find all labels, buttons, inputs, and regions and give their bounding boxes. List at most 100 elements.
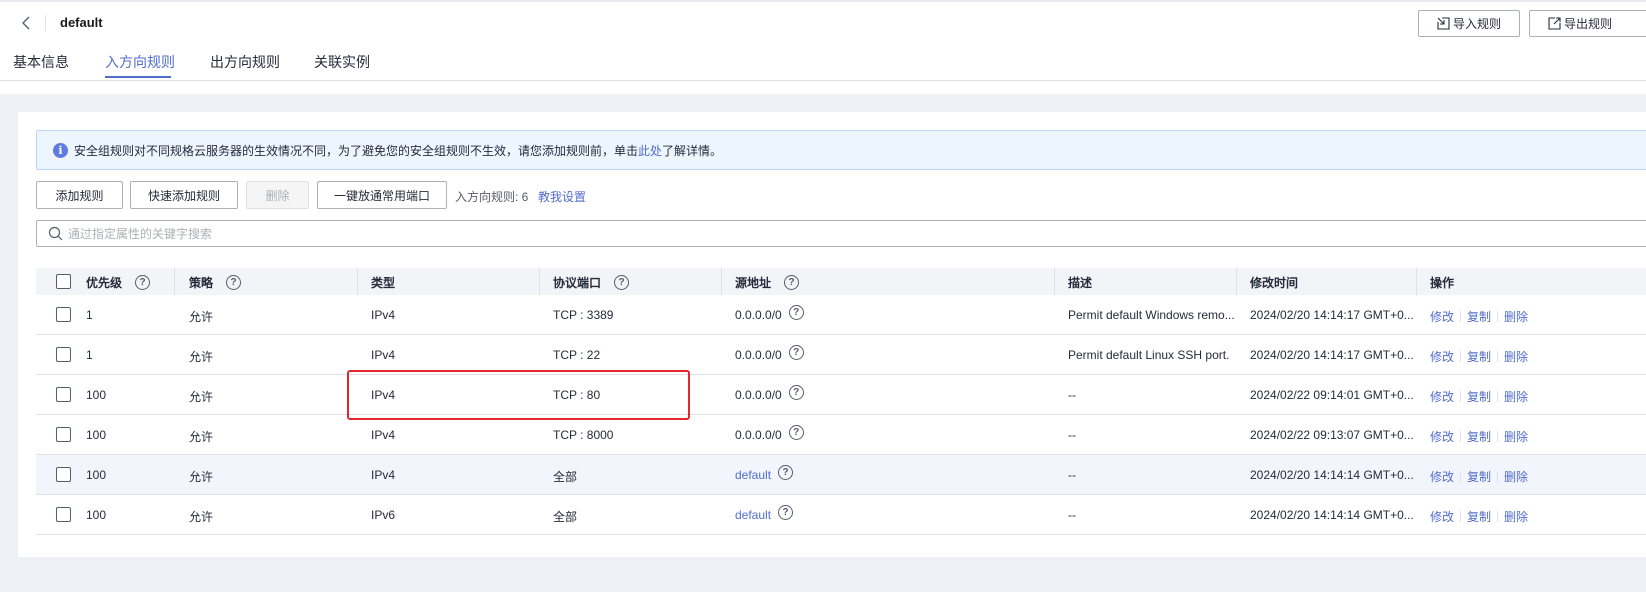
source-value: 0.0.0.0/0 bbox=[735, 428, 782, 442]
row-checkbox[interactable] bbox=[56, 467, 71, 482]
row-checkbox[interactable] bbox=[56, 427, 71, 442]
table-row: 100 允许 IPv6 全部 default? -- 2024/02/20 14:14:14… bbox=[36, 495, 1646, 535]
row-checkbox[interactable] bbox=[56, 307, 71, 322]
cell-policy: 允许 bbox=[189, 470, 214, 484]
import-rules-button[interactable]: 导入规则 bbox=[1418, 10, 1520, 37]
row-actions: 修改 复制 删除 bbox=[1430, 428, 1528, 445]
edit-link[interactable]: 修改 bbox=[1430, 468, 1454, 485]
table-row: 100 允许 IPv4 TCP : 8000 0.0.0.0/0? -- 2024/02/2… bbox=[36, 415, 1646, 455]
search-input[interactable] bbox=[68, 226, 1568, 241]
edit-link[interactable]: 修改 bbox=[1430, 428, 1454, 445]
back-arrow-icon[interactable] bbox=[18, 14, 36, 32]
delete-link[interactable]: 删除 bbox=[1504, 468, 1528, 485]
export-rules-button[interactable]: 导出规则 bbox=[1529, 10, 1646, 37]
column-divider bbox=[174, 268, 175, 295]
edit-link[interactable]: 修改 bbox=[1430, 508, 1454, 525]
help-icon[interactable]: ? bbox=[784, 275, 800, 290]
column-divider bbox=[1416, 268, 1417, 295]
help-icon[interactable]: ? bbox=[788, 385, 804, 401]
source-value: 0.0.0.0/0 bbox=[735, 348, 782, 362]
cell-description: -- bbox=[1068, 388, 1076, 402]
source-value[interactable]: default bbox=[735, 508, 771, 522]
edit-link[interactable]: 修改 bbox=[1430, 388, 1454, 405]
action-divider bbox=[1460, 511, 1462, 522]
column-divider bbox=[357, 268, 358, 295]
delete-link[interactable]: 删除 bbox=[1504, 428, 1528, 445]
header-actions: 操作 bbox=[1430, 276, 1455, 290]
cell-type: IPv4 bbox=[371, 388, 396, 402]
cell-priority: 1 bbox=[86, 348, 93, 362]
open-common-ports-button[interactable]: 一键放通常用端口 bbox=[317, 181, 447, 209]
cell-modified-time: 2024/02/20 14:14:14 GMT+0... bbox=[1250, 468, 1414, 482]
cell-modified-time: 2024/02/20 14:14:17 GMT+0... bbox=[1250, 348, 1414, 362]
cell-protocol-port: TCP : 3389 bbox=[553, 308, 614, 322]
rules-panel: i 安全组规则对不同规格云服务器的生效情况不同，为了避免您的安全组规则不生效，请… bbox=[18, 112, 1646, 557]
help-icon[interactable]: ? bbox=[788, 345, 804, 361]
search-icon bbox=[48, 226, 63, 241]
column-divider bbox=[1236, 268, 1237, 295]
cell-source: 0.0.0.0/0? bbox=[735, 425, 804, 443]
tab-bar: 基本信息 入方向规则 出方向规则 关联实例 bbox=[0, 50, 1646, 81]
cell-priority: 100 bbox=[86, 468, 107, 482]
cell-policy: 允许 bbox=[189, 430, 214, 444]
search-box[interactable] bbox=[36, 220, 1646, 247]
table-row: 100 允许 IPv4 TCP : 80 0.0.0.0/0? -- 2024/02/22 … bbox=[36, 375, 1646, 415]
table-header: 优先级? 策略? 类型 协议端口? 源地址? 描述 修改时间 操作 bbox=[36, 268, 1646, 295]
tab-basic-info[interactable]: 基本信息 bbox=[13, 52, 69, 72]
delete-link[interactable]: 删除 bbox=[1504, 308, 1528, 325]
export-icon bbox=[1548, 17, 1561, 30]
add-rule-button[interactable]: 添加规则 bbox=[36, 181, 123, 209]
setup-help-link[interactable]: 教我设置 bbox=[538, 188, 586, 205]
action-divider bbox=[1460, 311, 1462, 322]
info-text: 安全组规则对不同规格云服务器的生效情况不同，为了避免您的安全组规则不生效，请您添… bbox=[74, 143, 723, 158]
tab-associated-instances[interactable]: 关联实例 bbox=[314, 52, 370, 72]
select-all-checkbox[interactable] bbox=[56, 274, 71, 289]
row-checkbox[interactable] bbox=[56, 347, 71, 362]
copy-link[interactable]: 复制 bbox=[1467, 468, 1491, 485]
copy-link[interactable]: 复制 bbox=[1467, 388, 1491, 405]
cell-description: -- bbox=[1068, 468, 1076, 482]
cell-modified-time: 2024/02/20 14:14:14 GMT+0... bbox=[1250, 508, 1414, 522]
cell-type: IPv4 bbox=[371, 348, 396, 362]
help-icon[interactable]: ? bbox=[226, 275, 242, 290]
action-divider bbox=[1497, 311, 1499, 322]
source-value: 0.0.0.0/0 bbox=[735, 388, 782, 402]
cell-description: -- bbox=[1068, 508, 1076, 522]
help-icon[interactable]: ? bbox=[778, 505, 794, 521]
edit-link[interactable]: 修改 bbox=[1430, 348, 1454, 365]
help-icon[interactable]: ? bbox=[778, 465, 794, 481]
table-row: 1 允许 IPv4 TCP : 22 0.0.0.0/0? Permit default … bbox=[36, 335, 1646, 375]
edit-link[interactable]: 修改 bbox=[1430, 308, 1454, 325]
delete-link[interactable]: 删除 bbox=[1504, 388, 1528, 405]
tab-outbound-rules[interactable]: 出方向规则 bbox=[210, 52, 280, 72]
delete-link[interactable]: 删除 bbox=[1504, 348, 1528, 365]
copy-link[interactable]: 复制 bbox=[1467, 508, 1491, 525]
help-icon[interactable]: ? bbox=[788, 305, 804, 321]
delete-button[interactable]: 删除 bbox=[246, 181, 309, 209]
import-icon bbox=[1437, 17, 1450, 30]
cell-modified-time: 2024/02/20 14:14:17 GMT+0... bbox=[1250, 308, 1414, 322]
info-details-link[interactable]: 此处 bbox=[638, 144, 662, 158]
row-actions: 修改 复制 删除 bbox=[1430, 508, 1528, 525]
source-value[interactable]: default bbox=[735, 468, 771, 482]
tab-inbound-rules[interactable]: 入方向规则 bbox=[105, 52, 175, 72]
cell-source: default? bbox=[735, 505, 794, 523]
help-icon[interactable]: ? bbox=[614, 275, 630, 290]
help-icon[interactable]: ? bbox=[788, 425, 804, 441]
row-checkbox[interactable] bbox=[56, 507, 71, 522]
quick-add-rule-button[interactable]: 快速添加规则 bbox=[130, 181, 238, 209]
cell-protocol-port: 全部 bbox=[553, 470, 578, 484]
cell-source: 0.0.0.0/0? bbox=[735, 385, 804, 403]
help-icon[interactable]: ? bbox=[135, 275, 151, 290]
copy-link[interactable]: 复制 bbox=[1467, 428, 1491, 445]
active-tab-indicator bbox=[105, 76, 171, 78]
delete-link[interactable]: 删除 bbox=[1504, 508, 1528, 525]
cell-protocol-port: 全部 bbox=[553, 510, 578, 524]
copy-link[interactable]: 复制 bbox=[1467, 348, 1491, 365]
cell-priority: 100 bbox=[86, 388, 107, 402]
copy-link[interactable]: 复制 bbox=[1467, 308, 1491, 325]
row-checkbox[interactable] bbox=[56, 387, 71, 402]
cell-type: IPv6 bbox=[371, 508, 396, 522]
cell-protocol-port: TCP : 8000 bbox=[553, 428, 614, 442]
cell-protocol-port: TCP : 22 bbox=[553, 348, 601, 362]
